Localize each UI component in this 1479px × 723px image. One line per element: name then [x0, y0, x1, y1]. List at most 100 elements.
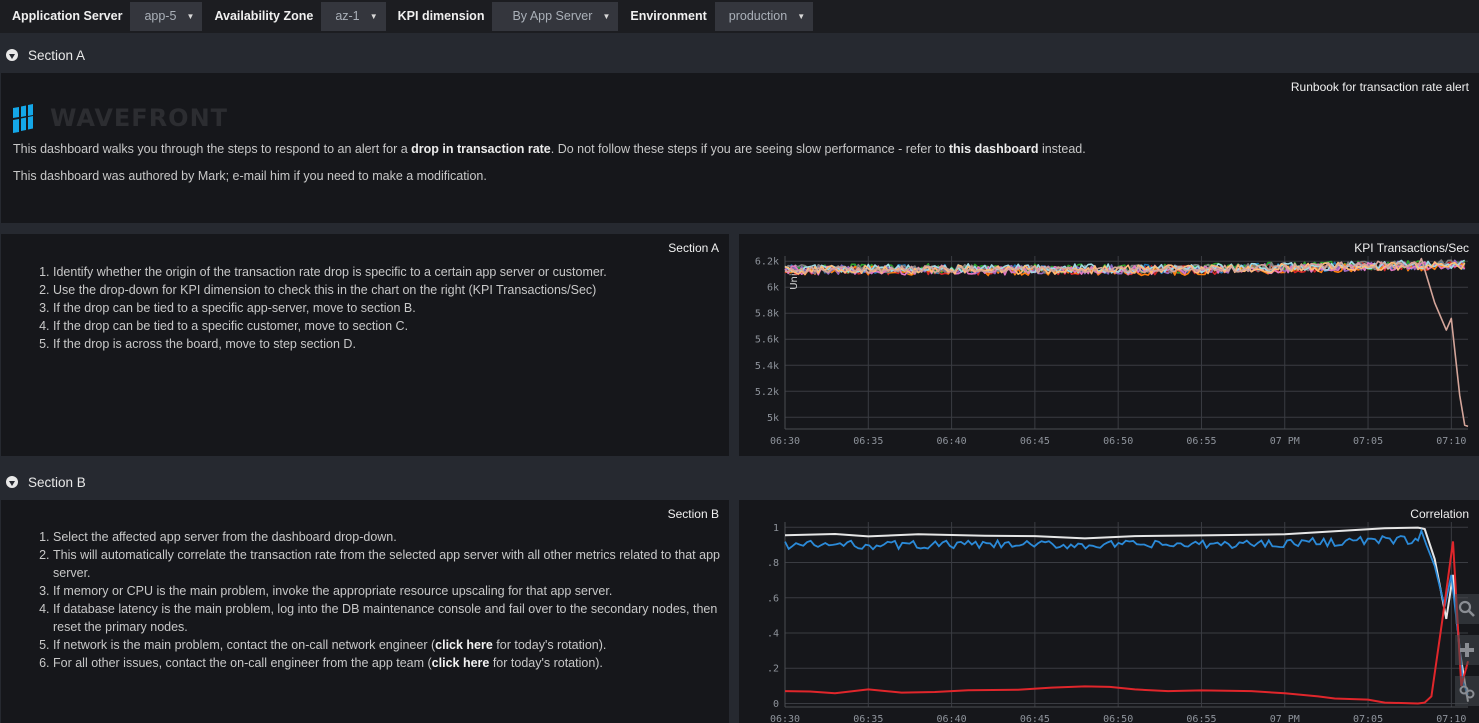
x-tick-label: 07 PM	[1270, 436, 1300, 447]
x-tick-label: 06:30	[770, 436, 800, 447]
environment-dropdown[interactable]: production ▼	[714, 2, 814, 31]
variable-label-availability-zone: Availability Zone	[214, 9, 314, 23]
y-tick-label: .6	[767, 593, 779, 604]
correlation-chart[interactable]: 0 .2 .4 .6 .8 1 06:30 06:35 06:40 06:45 06:50 06:55…	[739, 500, 1479, 723]
wavefront-logo-text: WAVEFRONT	[50, 104, 229, 132]
step-item: Identify whether the origin of the trans…	[53, 263, 723, 281]
variable-label-environment: Environment	[630, 9, 707, 23]
intro-description: This dashboard walks you through the ste…	[13, 142, 1086, 156]
x-tick-label: 06:45	[1020, 436, 1050, 447]
chart-grid: 5k 5.2k 5.4k 5.6k 5.8k 6k 6.2k 06:30 06:35 06:40 0…	[755, 256, 1468, 447]
intro-text-part: . Do not follow these steps if you are s…	[550, 142, 949, 156]
section-b-steps-panel: Section B Select the affected app server…	[1, 500, 729, 723]
network-rotation-link[interactable]: click here	[435, 638, 493, 652]
y-tick-label: 5.8k	[755, 309, 779, 320]
application-server-value: app-5	[144, 9, 177, 23]
panel-title: Section B	[667, 507, 719, 521]
step-item: If memory or CPU is the main problem, in…	[53, 582, 723, 600]
author-note: This dashboard was authored by Mark; e-m…	[13, 169, 487, 183]
step-item: If database latency is the main problem,…	[53, 600, 723, 636]
wavefront-logo-icon	[13, 104, 33, 133]
app-team-rotation-link[interactable]: click here	[432, 656, 490, 670]
correlation-chart-panel: Correlation 0.2.4.6.8 1 06:30 06:35 06:40 06:…	[739, 500, 1479, 723]
intro-text-part: instead.	[1038, 142, 1086, 156]
x-tick-label: 06:35	[853, 436, 883, 447]
y-tick-label: 6k	[767, 283, 779, 294]
section-b-title: Section B	[28, 474, 86, 490]
x-tick-label: 07:10	[1436, 436, 1466, 447]
x-tick-label: 06:55	[1186, 714, 1216, 723]
series-group	[784, 526, 1469, 705]
kpi-transactions-chart[interactable]: 5k 5.2k 5.4k 5.6k 5.8k 6k 6.2k 06:30 06:35 06:40 0…	[739, 234, 1479, 456]
y-tick-label: .4	[767, 629, 779, 640]
kpi-dimension-dropdown[interactable]: By App Server ▼	[492, 2, 619, 31]
x-tick-label: 06:40	[937, 436, 967, 447]
x-tick-label: 07:10	[1436, 714, 1466, 723]
intro-text-part: This dashboard walks you through the ste…	[13, 142, 412, 156]
series-line-app-5[interactable]	[784, 257, 1469, 428]
x-tick-label: 06:50	[1103, 436, 1133, 447]
section-b-header[interactable]: Section B	[0, 464, 1479, 500]
step-item: If the drop can be tied to a specific cu…	[53, 317, 723, 335]
x-tick-label: 06:55	[1186, 436, 1216, 447]
y-tick-label: 5.2k	[755, 387, 779, 398]
availability-zone-value: az-1	[335, 9, 360, 23]
dashboard-variables-bar: Application Server app-5 ▼ Availability …	[0, 0, 1479, 33]
caret-down-icon: ▼	[186, 12, 195, 21]
x-tick-label: 06:40	[937, 714, 967, 723]
step-item: If the drop can be tied to a specific ap…	[53, 299, 723, 317]
x-tick-label: 07:05	[1353, 436, 1383, 447]
step-text: for today's rotation).	[492, 638, 607, 652]
section-a-steps-list: Identify whether the origin of the trans…	[53, 263, 723, 353]
caret-down-icon: ▼	[602, 12, 611, 21]
collapse-arrow-icon[interactable]	[6, 49, 18, 61]
step-item: If network is the main problem, contact …	[53, 636, 723, 654]
x-tick-label: 06:45	[1020, 714, 1050, 723]
x-tick-label: 07 PM	[1270, 714, 1300, 723]
caret-down-icon: ▼	[369, 12, 378, 21]
y-tick-label: 0	[773, 699, 779, 710]
y-tick-label: .2	[767, 664, 779, 675]
y-tick-label: 6.2k	[755, 257, 779, 268]
panel-title: Section A	[668, 241, 719, 255]
y-tick-label: 5.6k	[755, 335, 779, 346]
section-a-header[interactable]: Section A	[0, 37, 1479, 73]
step-item: Use the drop-down for KPI dimension to c…	[53, 281, 723, 299]
runbook-intro-panel: Runbook for transaction rate alert WAVEF…	[1, 73, 1479, 223]
y-tick-label: 5.4k	[755, 361, 779, 372]
step-text: For all other issues, contact the on-cal…	[53, 656, 432, 670]
search-zoom-button[interactable]	[1455, 594, 1479, 624]
intro-emphasis: drop in transaction rate	[411, 142, 551, 156]
x-tick-label: 06:50	[1103, 714, 1133, 723]
variable-label-kpi-dimension: KPI dimension	[397, 9, 485, 23]
application-server-dropdown[interactable]: app-5 ▼	[130, 2, 203, 31]
series-group	[784, 257, 1469, 428]
series-line-red-correlation[interactable]	[784, 541, 1469, 705]
add-button[interactable]	[1455, 635, 1479, 665]
environment-value: production	[728, 9, 788, 23]
kpi-transactions-chart-panel: KPI Transactions/Sec 5k 5.2k 5.4k 5.6k 5.8k 6…	[739, 234, 1479, 456]
kpi-dimension-value: By App Server	[512, 9, 593, 23]
x-tick-label: 06:35	[853, 714, 883, 723]
step-item: This will automatically correlate the tr…	[53, 546, 723, 582]
series-line-blue-correlation[interactable]	[784, 528, 1469, 696]
section-a-steps-panel: Section A Identify whether the origin of…	[1, 234, 729, 456]
wavefront-logo: WAVEFRONT	[13, 103, 228, 133]
series-line-white-correlation[interactable]	[784, 526, 1469, 702]
step-item: If the drop is across the board, move to…	[53, 335, 723, 353]
step-text: for today's rotation).	[489, 656, 603, 670]
availability-zone-dropdown[interactable]: az-1 ▼	[321, 2, 386, 31]
plus-icon	[1460, 643, 1474, 657]
step-item: For all other issues, contact the on-cal…	[53, 654, 723, 672]
section-a-title: Section A	[28, 47, 86, 63]
section-b-steps-list: Select the affected app server from the …	[53, 528, 723, 672]
variable-label-application-server: Application Server	[12, 9, 123, 23]
magnifier-icon	[1458, 600, 1475, 617]
y-tick-label: 1	[773, 523, 779, 534]
chart-grid: 0 .2 .4 .6 .8 1 06:30 06:35 06:40 06:45 06:50 06:55…	[767, 522, 1468, 723]
this-dashboard-link[interactable]: this dashboard	[949, 142, 1039, 156]
link-button[interactable]	[1455, 676, 1479, 706]
collapse-arrow-icon[interactable]	[6, 476, 18, 488]
chain-link-icon	[1459, 685, 1475, 699]
x-tick-label: 06:30	[770, 714, 800, 723]
